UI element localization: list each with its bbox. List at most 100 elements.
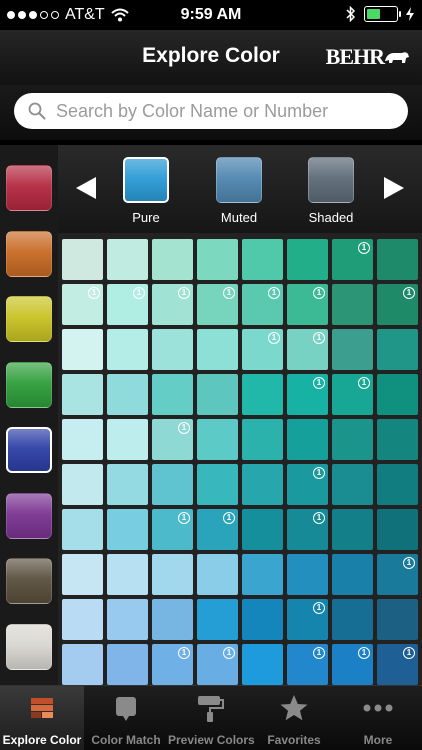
color-swatch[interactable]: [242, 644, 283, 685]
color-swatch[interactable]: [287, 554, 328, 595]
color-swatch[interactable]: [242, 464, 283, 505]
color-swatch[interactable]: 1: [107, 284, 148, 325]
color-swatch[interactable]: [332, 419, 373, 460]
color-swatch[interactable]: [197, 374, 238, 415]
color-swatch[interactable]: [377, 374, 418, 415]
color-swatch[interactable]: [152, 554, 193, 595]
next-arrow-icon[interactable]: [384, 177, 404, 199]
color-swatch[interactable]: 1: [197, 509, 238, 550]
color-swatch[interactable]: [62, 239, 103, 280]
color-swatch[interactable]: [377, 464, 418, 505]
color-swatch[interactable]: 1: [242, 329, 283, 370]
color-swatch[interactable]: [377, 599, 418, 640]
color-swatch[interactable]: 1: [197, 644, 238, 685]
color-swatch[interactable]: [197, 464, 238, 505]
previous-arrow-icon[interactable]: [76, 177, 96, 199]
color-swatch[interactable]: [107, 509, 148, 550]
color-swatch[interactable]: [62, 644, 103, 685]
color-swatch[interactable]: [242, 554, 283, 595]
color-swatch[interactable]: [107, 464, 148, 505]
tone-pure[interactable]: Pure: [108, 157, 184, 225]
tone-muted[interactable]: Muted: [201, 157, 277, 225]
color-swatch[interactable]: 1: [287, 284, 328, 325]
color-swatch[interactable]: [62, 509, 103, 550]
color-swatch[interactable]: [287, 239, 328, 280]
color-swatch[interactable]: [107, 239, 148, 280]
tab-explore-color[interactable]: Explore Color: [0, 686, 84, 750]
color-swatch[interactable]: [62, 374, 103, 415]
color-swatch[interactable]: [152, 239, 193, 280]
family-swatch-yellow[interactable]: [6, 296, 52, 342]
color-swatch[interactable]: 1: [287, 644, 328, 685]
color-swatch[interactable]: [242, 599, 283, 640]
color-swatch[interactable]: 1: [197, 284, 238, 325]
color-swatch[interactable]: [242, 239, 283, 280]
color-swatch[interactable]: [332, 329, 373, 370]
color-swatch[interactable]: [62, 599, 103, 640]
color-swatch[interactable]: 1: [287, 464, 328, 505]
color-swatch[interactable]: [332, 284, 373, 325]
family-swatch-neutral-brown[interactable]: [6, 558, 52, 604]
color-swatch[interactable]: [107, 374, 148, 415]
color-swatch[interactable]: [107, 599, 148, 640]
color-swatch[interactable]: 1: [287, 599, 328, 640]
color-swatch[interactable]: 1: [287, 374, 328, 415]
color-swatch[interactable]: [62, 419, 103, 460]
color-swatch[interactable]: [242, 419, 283, 460]
color-swatch[interactable]: [152, 374, 193, 415]
color-swatch[interactable]: [152, 599, 193, 640]
color-swatch[interactable]: [332, 464, 373, 505]
color-swatch[interactable]: [107, 554, 148, 595]
color-swatch[interactable]: 1: [377, 284, 418, 325]
color-swatch[interactable]: [332, 599, 373, 640]
color-swatch[interactable]: 1: [377, 644, 418, 685]
family-swatch-blue[interactable]: [6, 427, 52, 473]
family-swatch-orange[interactable]: [6, 230, 52, 277]
color-swatch[interactable]: [107, 644, 148, 685]
color-swatch[interactable]: [377, 329, 418, 370]
color-swatch[interactable]: [197, 419, 238, 460]
color-swatch[interactable]: 1: [152, 419, 193, 460]
tab-color-match[interactable]: Color Match: [84, 686, 168, 750]
color-swatch[interactable]: [62, 329, 103, 370]
color-swatch[interactable]: [242, 509, 283, 550]
family-swatch-white[interactable]: [6, 623, 52, 670]
color-swatch[interactable]: [197, 239, 238, 280]
color-swatch[interactable]: [197, 554, 238, 595]
color-swatch[interactable]: 1: [332, 644, 373, 685]
color-swatch[interactable]: 1: [62, 284, 103, 325]
search-input[interactable]: [56, 100, 376, 122]
color-swatch[interactable]: [197, 599, 238, 640]
color-swatch[interactable]: [377, 239, 418, 280]
color-swatch[interactable]: 1: [332, 239, 373, 280]
family-swatch-red[interactable]: [6, 165, 52, 211]
tab-favorites[interactable]: Favorites: [252, 686, 336, 750]
color-swatch[interactable]: 1: [332, 374, 373, 415]
color-swatch[interactable]: 1: [287, 329, 328, 370]
color-swatch[interactable]: [377, 509, 418, 550]
color-swatch[interactable]: [107, 329, 148, 370]
color-swatch[interactable]: [107, 419, 148, 460]
color-swatch[interactable]: [197, 329, 238, 370]
color-swatch[interactable]: 1: [287, 509, 328, 550]
tab-more[interactable]: More: [336, 686, 420, 750]
search-bar[interactable]: [14, 93, 408, 129]
family-swatch-purple[interactable]: [6, 492, 52, 539]
tab-preview-colors[interactable]: Preview Colors: [168, 686, 255, 750]
color-swatch[interactable]: 1: [377, 554, 418, 595]
family-swatch-green[interactable]: [6, 361, 52, 408]
color-swatch[interactable]: [332, 554, 373, 595]
color-swatch[interactable]: 1: [152, 284, 193, 325]
color-swatch[interactable]: [62, 554, 103, 595]
color-swatch[interactable]: [152, 329, 193, 370]
color-swatch[interactable]: [287, 419, 328, 460]
color-swatch[interactable]: [242, 374, 283, 415]
color-swatch[interactable]: [152, 464, 193, 505]
color-swatch[interactable]: 1: [152, 509, 193, 550]
color-swatch[interactable]: 1: [152, 644, 193, 685]
color-swatch[interactable]: [332, 509, 373, 550]
color-swatch[interactable]: 1: [242, 284, 283, 325]
color-swatch[interactable]: [62, 464, 103, 505]
tone-shaded[interactable]: Shaded: [293, 157, 369, 225]
color-swatch[interactable]: [377, 419, 418, 460]
